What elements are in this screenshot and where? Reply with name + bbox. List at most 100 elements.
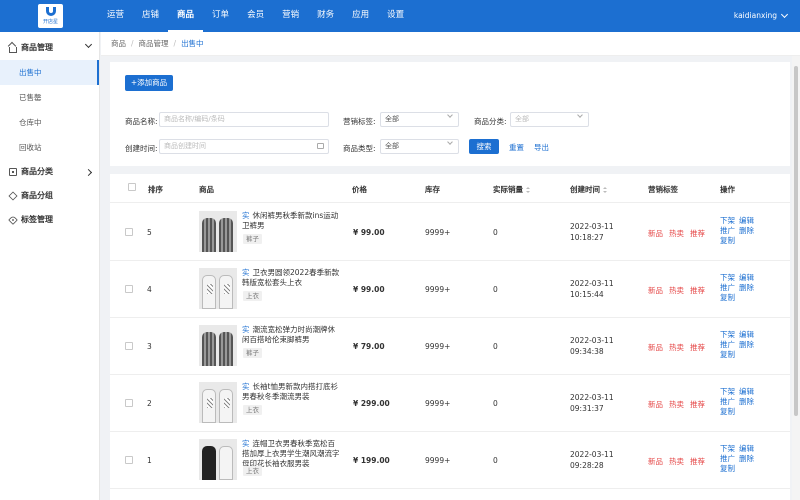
nav-item-orders[interactable]: 订单	[203, 0, 238, 32]
unlist-button[interactable]: 下架	[720, 273, 735, 283]
time-placeholder: 商品创建时间	[164, 142, 206, 150]
copy-button[interactable]: 复制	[720, 464, 735, 474]
category-chip: 上衣	[243, 405, 262, 415]
product-sales: 0	[493, 285, 498, 294]
add-product-button[interactable]: +添加商品	[125, 75, 173, 91]
product-type-select[interactable]: 全部	[380, 139, 459, 154]
delete-button[interactable]: 删除	[739, 226, 754, 236]
sidebar-group-goods[interactable]: 商品管理	[0, 36, 99, 60]
sidebar-item-sold-out[interactable]: 已售罄	[0, 85, 99, 110]
delete-button[interactable]: 删除	[739, 340, 754, 350]
edit-button[interactable]: 编辑	[739, 273, 754, 283]
tag-new: 新品	[648, 400, 663, 409]
product-title[interactable]: 实连帽卫衣男春秋季宽松百搭加厚上衣男学生潮风潮流字母印花长袖衣服男装	[242, 439, 342, 469]
breadcrumb-item[interactable]: 商品	[111, 38, 126, 49]
unlist-button[interactable]: 下架	[720, 387, 735, 397]
copy-button[interactable]: 复制	[720, 293, 735, 303]
unlist-button[interactable]: 下架	[720, 216, 735, 226]
main-nav: 运营 店铺 商品 订单 会员 营销 财务 应用 设置	[98, 0, 413, 32]
edit-button[interactable]: 编辑	[739, 387, 754, 397]
delete-button[interactable]: 删除	[739, 283, 754, 293]
chevron-right-icon	[84, 168, 93, 177]
marketing-tags: 新品 热卖 推荐	[648, 228, 711, 239]
row-checkbox[interactable]	[125, 342, 133, 350]
sidebar-group-tags[interactable]: 标签管理	[0, 208, 99, 232]
sidebar-item-recycle-bin[interactable]: 回收站	[0, 135, 99, 160]
delete-button[interactable]: 删除	[739, 454, 754, 464]
header-tags: 营销标签	[648, 185, 678, 194]
nav-item-finance[interactable]: 财务	[308, 0, 343, 32]
select-value: 全部	[515, 115, 529, 123]
product-image[interactable]	[199, 325, 237, 366]
promote-button[interactable]: 推广	[720, 454, 735, 464]
row-checkbox[interactable]	[125, 399, 133, 407]
search-button[interactable]: 搜索	[469, 139, 499, 154]
row-checkbox[interactable]	[125, 456, 133, 464]
product-image[interactable]	[199, 382, 237, 423]
user-menu[interactable]: kaidianxing	[734, 0, 789, 32]
nav-item-goods[interactable]: 商品	[168, 0, 204, 32]
unlist-button[interactable]: 下架	[720, 444, 735, 454]
edit-button[interactable]: 编辑	[739, 330, 754, 340]
promote-button[interactable]: 推广	[720, 226, 735, 236]
reset-button[interactable]: 重置	[509, 142, 524, 153]
sidebar-group-label: 标签管理	[21, 215, 53, 224]
row-checkbox[interactable]	[125, 285, 133, 293]
promote-button[interactable]: 推广	[720, 340, 735, 350]
marketing-tag-select[interactable]: 全部	[380, 112, 459, 127]
product-image[interactable]	[199, 439, 237, 480]
row-actions: 下架 编辑推广 删除复制	[720, 330, 760, 360]
header-sales[interactable]: 实际销量	[493, 184, 530, 195]
row-checkbox[interactable]	[125, 228, 133, 236]
product-title[interactable]: 实潮流宽松弹力时尚潮牌休闲百搭哈伦束脚裤男	[242, 325, 342, 345]
breadcrumb-current: 出售中	[181, 39, 204, 48]
category-chip: 裤子	[243, 234, 262, 244]
product-name-input[interactable]: 商品名称/编码/条码	[159, 112, 329, 127]
created-time: 09:28:28	[570, 461, 604, 470]
nav-item-members[interactable]: 会员	[238, 0, 273, 32]
sidebar-group-category[interactable]: 商品分类	[0, 160, 99, 184]
time-filter-label: 创建时间:	[125, 144, 158, 153]
sidebar-item-on-sale[interactable]: 出售中	[0, 60, 99, 85]
edit-button[interactable]: 编辑	[739, 444, 754, 454]
product-sales: 0	[493, 228, 498, 237]
product-title[interactable]: 实卫衣男圆领2022春季新款韩版宽松套头上衣	[242, 268, 342, 288]
promote-button[interactable]: 推广	[720, 397, 735, 407]
product-title[interactable]: 实长袖t恤男新款内搭打底衫男春秋冬季潮流男装	[242, 382, 342, 402]
product-image[interactable]	[199, 211, 237, 252]
product-image[interactable]	[199, 268, 237, 309]
delete-button[interactable]: 删除	[739, 397, 754, 407]
header-actions: 操作	[720, 185, 735, 194]
copy-button[interactable]: 复制	[720, 236, 735, 246]
created-time: 09:31:37	[570, 404, 604, 413]
copy-button[interactable]: 复制	[720, 350, 735, 360]
created-time-picker[interactable]: 商品创建时间	[159, 139, 329, 154]
edit-button[interactable]: 编辑	[739, 216, 754, 226]
product-name: 潮流宽松弹力时尚潮牌休闲百搭哈伦束脚裤男	[242, 325, 335, 344]
tag-icon	[8, 215, 18, 225]
nav-item-operations[interactable]: 运营	[98, 0, 133, 32]
breadcrumb-item[interactable]: 商品管理	[139, 38, 169, 49]
nav-item-settings[interactable]: 设置	[378, 0, 413, 32]
product-stock: 9999+	[425, 342, 451, 351]
scrollbar-thumb[interactable]	[794, 66, 798, 416]
header-sort: 排序	[148, 185, 163, 194]
unlist-button[interactable]: 下架	[720, 330, 735, 340]
page-scrollbar[interactable]	[792, 56, 800, 500]
export-button[interactable]: 导出	[534, 142, 549, 153]
category-select[interactable]: 全部	[510, 112, 589, 127]
promote-button[interactable]: 推广	[720, 283, 735, 293]
nav-item-store[interactable]: 店铺	[133, 0, 168, 32]
select-all-checkbox[interactable]	[128, 183, 136, 191]
tag-recommend: 推荐	[690, 229, 705, 238]
app-logo[interactable]: 开店星	[38, 4, 63, 28]
sidebar-item-warehouse[interactable]: 仓库中	[0, 110, 99, 135]
copy-button[interactable]: 复制	[720, 407, 735, 417]
product-title[interactable]: 实休闲裤男秋季新款ins运动卫裤男	[242, 211, 342, 231]
nav-item-marketing[interactable]: 营销	[273, 0, 308, 32]
header-created[interactable]: 创建时间	[570, 184, 607, 195]
nav-item-apps[interactable]: 应用	[343, 0, 378, 32]
sidebar-group-grouping[interactable]: 商品分组	[0, 184, 99, 208]
badge-physical: 实	[242, 382, 250, 391]
created-time: 10:18:27	[570, 233, 604, 242]
